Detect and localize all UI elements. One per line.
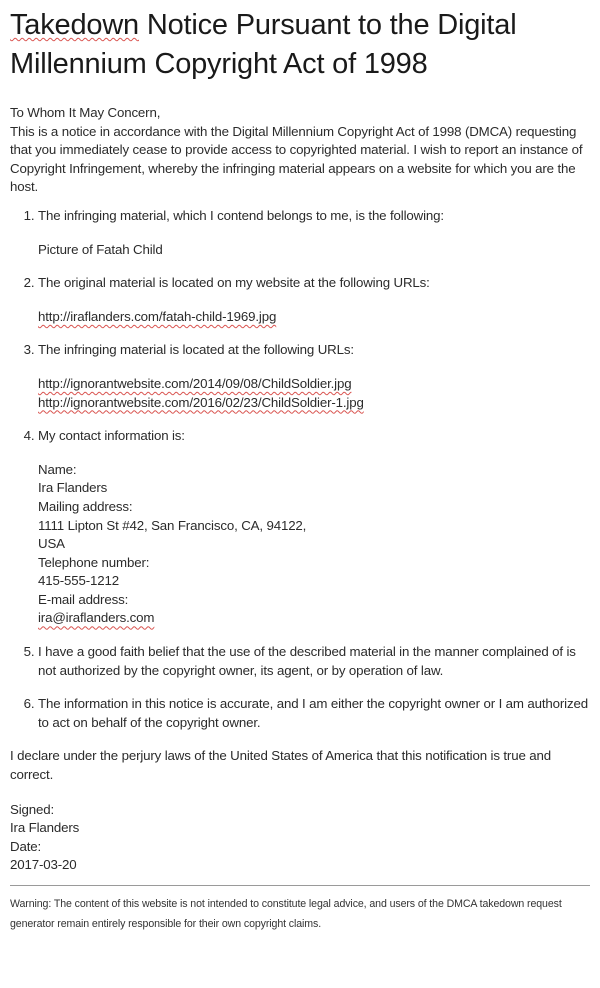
item-details: Picture of Fatah Child (38, 241, 592, 260)
intro-paragraph: This is a notice in accordance with the … (10, 123, 583, 195)
legal-warning: Warning: The content of this website is … (10, 898, 562, 930)
mailing-address-label: Mailing address: (38, 498, 133, 514)
name-value: Ira Flanders (38, 480, 108, 496)
title-misspelled-word: Takedown (10, 9, 139, 41)
mailing-address-line-1: 1111 Lipton St #42, San Francisco, CA, 9… (38, 517, 307, 533)
item-text: The original material is located on my w… (38, 275, 430, 291)
notice-items-list: The infringing material, which I contend… (10, 207, 592, 732)
item-text: The information in this notice is accura… (38, 696, 588, 730)
contact-details: Name: Ira Flanders Mailing address: 1111… (38, 461, 592, 628)
date-label: Date: (10, 838, 42, 854)
notice-item-4: My contact information is: Name: Ira Fla… (38, 427, 592, 628)
infringing-url: http://ignorantwebsite.com/2016/02/23/Ch… (38, 394, 364, 410)
page-title: Takedown Notice Pursuant to the Digital … (10, 6, 592, 84)
divider (10, 885, 590, 886)
notice-item-6: The information in this notice is accura… (38, 695, 592, 732)
original-url: http://iraflanders.com/fatah-child-1969.… (38, 308, 277, 324)
notice-item-5: I have a good faith belief that the use … (38, 643, 592, 680)
takedown-notice-document: Takedown Notice Pursuant to the Digital … (10, 0, 592, 934)
signed-name: Ira Flanders (10, 820, 80, 836)
infringing-material-description: Picture of Fatah Child (38, 241, 163, 257)
item-text: My contact information is: (38, 428, 185, 444)
notice-item-3: The infringing material is located at th… (38, 341, 592, 412)
item-details: http://ignorantwebsite.com/2014/09/08/Ch… (38, 375, 592, 412)
notice-item-2: The original material is located on my w… (38, 274, 592, 326)
infringing-url: http://ignorantwebsite.com/2014/09/08/Ch… (38, 375, 352, 391)
item-text: The infringing material is located at th… (38, 342, 354, 358)
email-value: ira@iraflanders.com (38, 609, 592, 628)
salutation: To Whom It May Concern, (10, 105, 161, 120)
telephone-value: 415-555-1212 (38, 573, 120, 589)
email-label: E-mail address: (38, 591, 129, 607)
name-label: Name: (38, 461, 77, 477)
perjury-declaration: I declare under the perjury laws of the … (10, 748, 551, 783)
email-address: ira@iraflanders.com (38, 610, 155, 626)
notice-item-1: The infringing material, which I contend… (38, 207, 592, 259)
item-details: http://iraflanders.com/fatah-child-1969.… (38, 308, 592, 327)
signature-block: Signed: Ira Flanders Date: 2017-03-20 (10, 801, 592, 875)
intro-section: To Whom It May Concern, This is a notice… (10, 104, 592, 197)
mailing-address-line-2: USA (38, 536, 65, 552)
item-text: I have a good faith belief that the use … (38, 644, 576, 678)
signed-label: Signed: (10, 801, 55, 817)
item-text: The infringing material, which I contend… (38, 207, 444, 223)
date-value: 2017-03-20 (10, 857, 77, 873)
telephone-label: Telephone number: (38, 554, 150, 570)
